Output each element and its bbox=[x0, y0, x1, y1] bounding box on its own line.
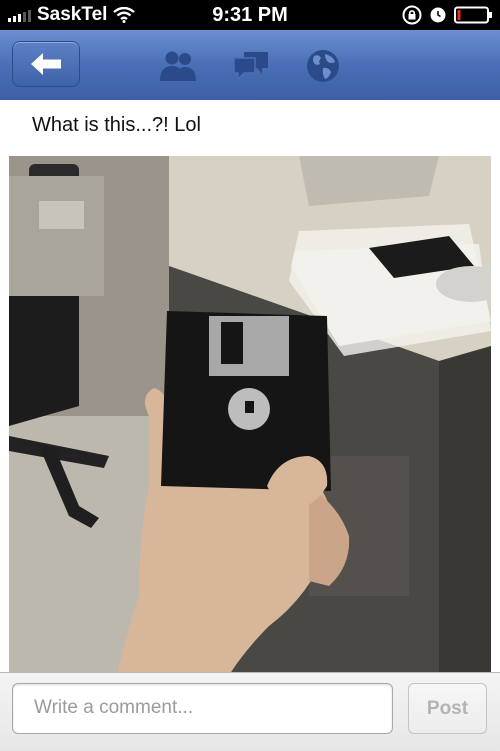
notifications-button[interactable] bbox=[303, 47, 343, 85]
globe-icon bbox=[307, 50, 339, 82]
battery-icon bbox=[454, 6, 492, 24]
nav-bar bbox=[0, 30, 500, 101]
post-button[interactable]: Post bbox=[408, 683, 487, 734]
friends-icon bbox=[160, 51, 196, 81]
rotation-lock-icon bbox=[402, 5, 422, 25]
back-arrow-icon bbox=[31, 53, 61, 75]
friends-button[interactable] bbox=[158, 47, 198, 85]
comment-bar: Write a comment... Post bbox=[0, 672, 500, 751]
status-right bbox=[402, 5, 494, 25]
post-photo[interactable] bbox=[9, 156, 491, 738]
messages-icon bbox=[233, 52, 268, 81]
post-text: What is this...?! Lol bbox=[32, 114, 201, 136]
comment-input[interactable]: Write a comment... bbox=[12, 683, 393, 734]
messages-button[interactable] bbox=[231, 47, 271, 85]
back-button[interactable] bbox=[12, 41, 80, 87]
post-content: What is this...?! Lol bbox=[0, 100, 500, 738]
status-bar: SaskTel 9:31 PM bbox=[0, 0, 500, 30]
photo-illustration bbox=[9, 156, 491, 738]
alarm-icon bbox=[430, 7, 446, 23]
